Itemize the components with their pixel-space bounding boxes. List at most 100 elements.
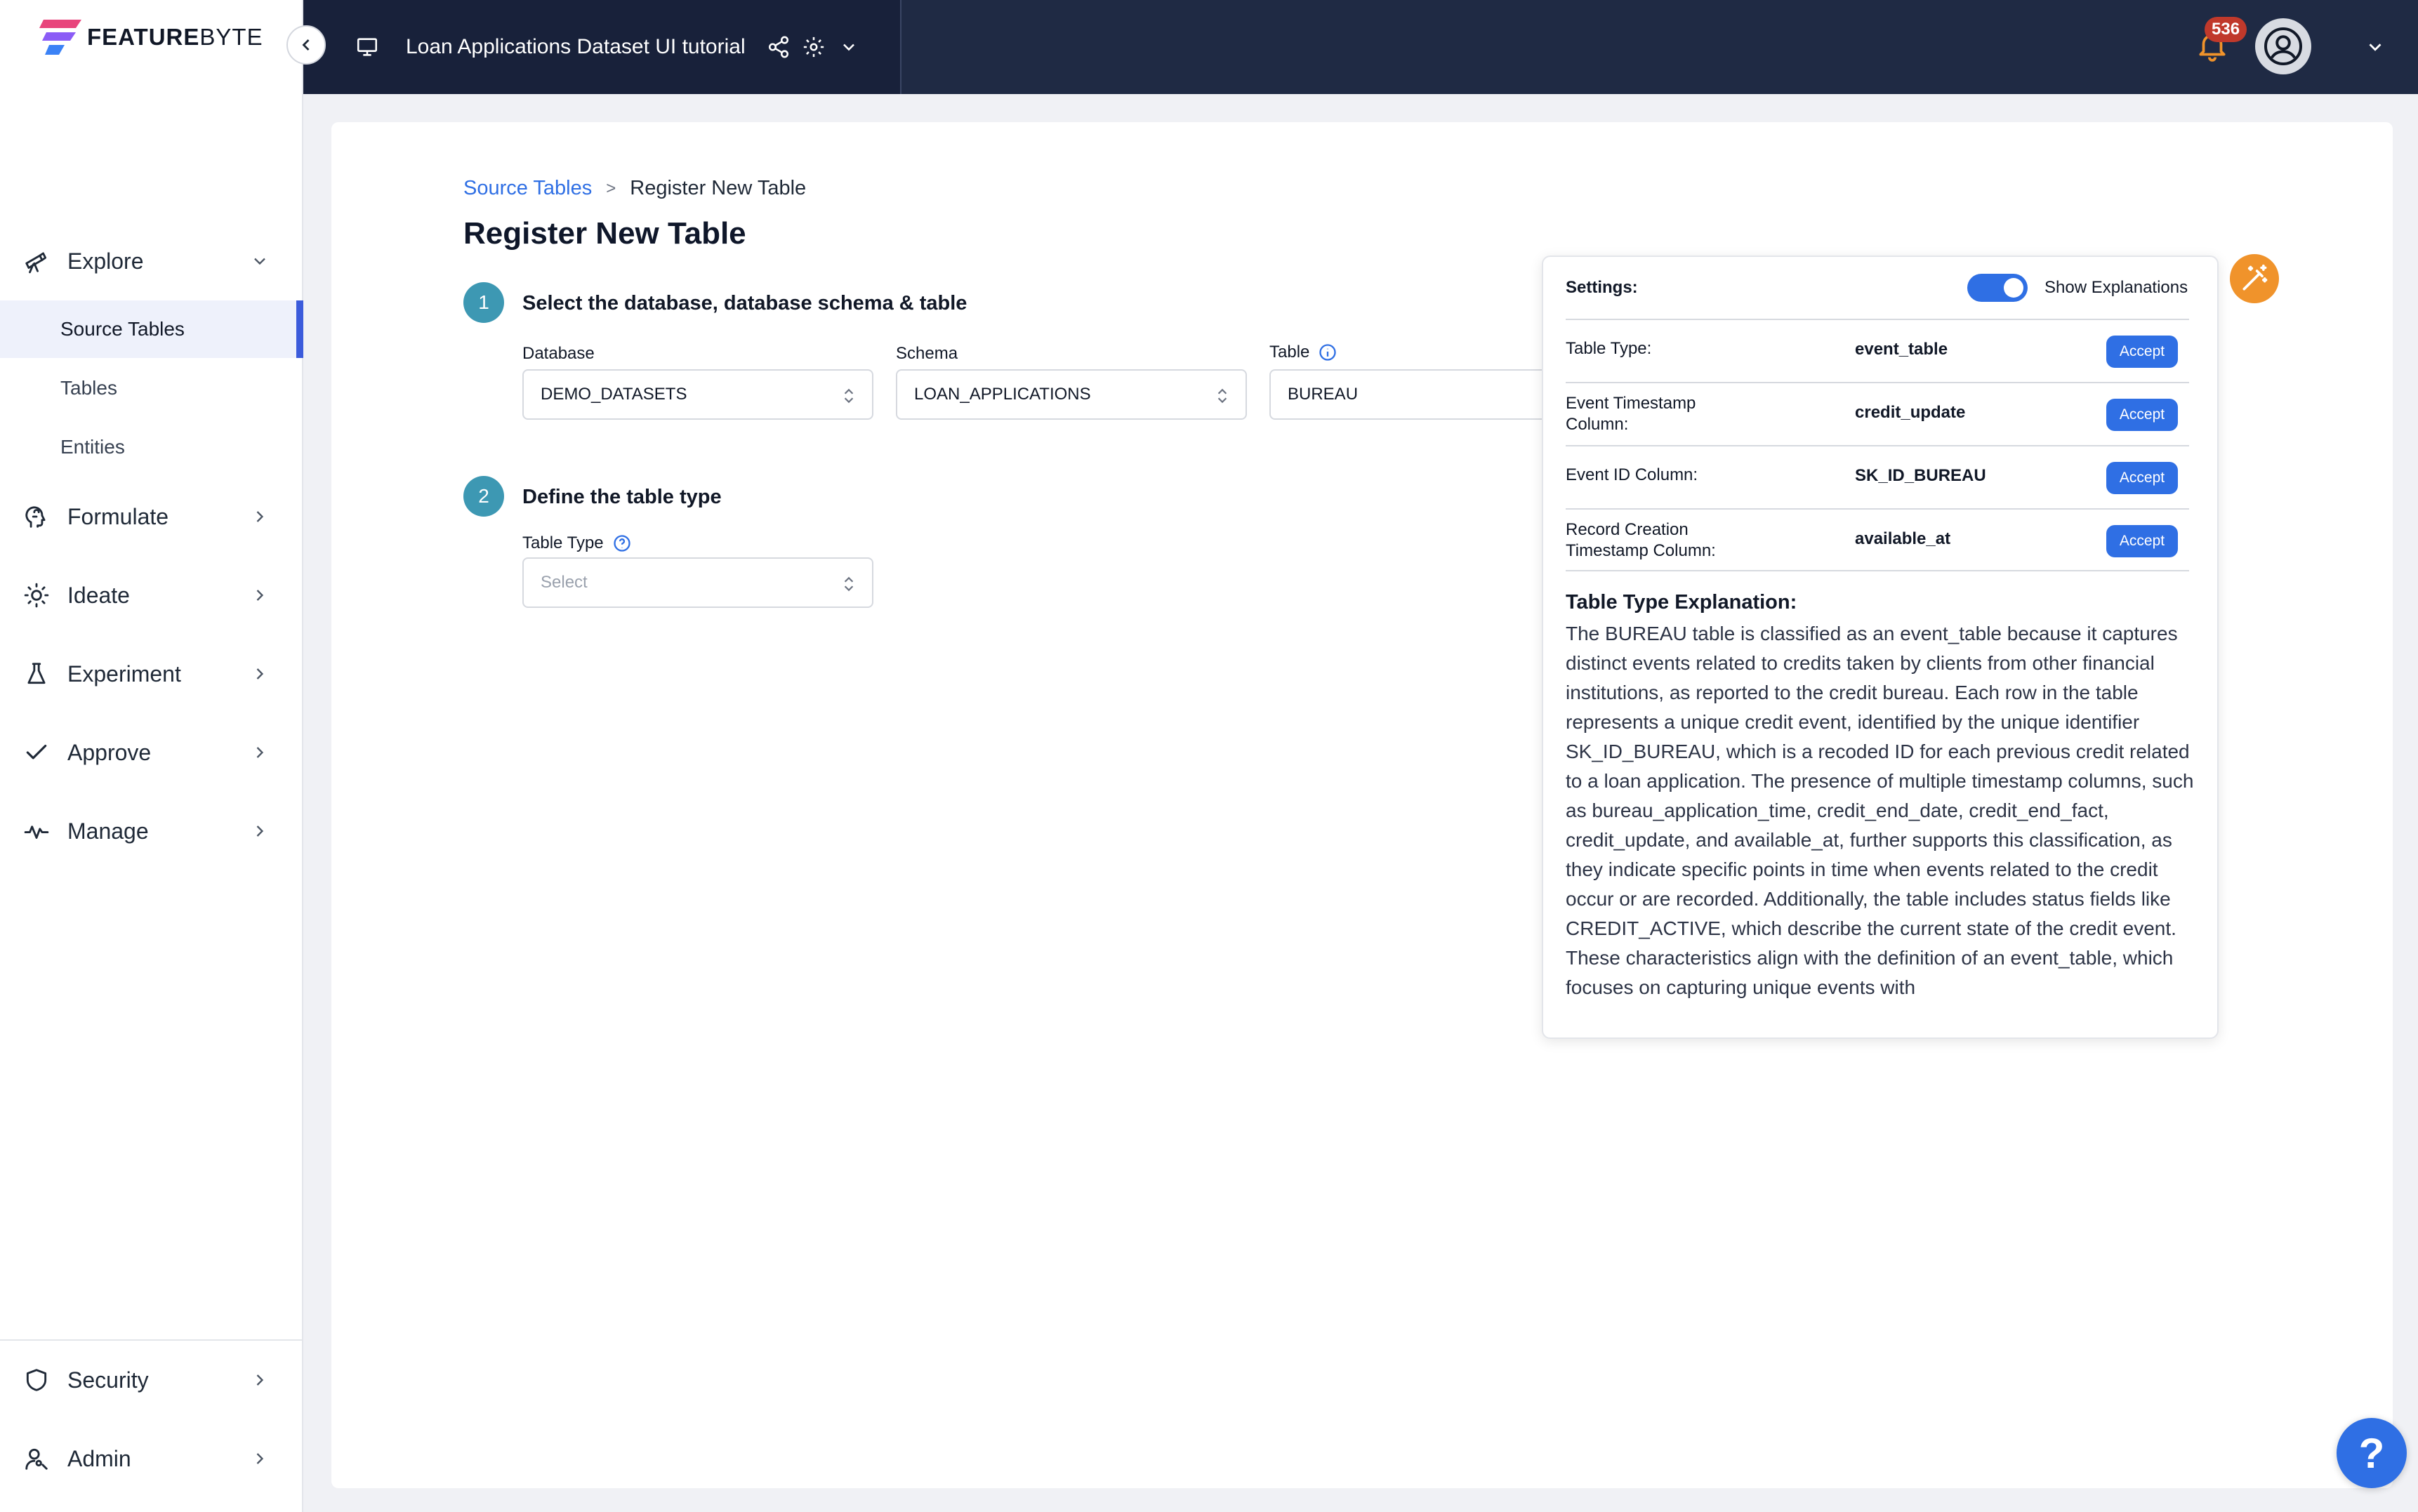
monitor-icon xyxy=(355,35,379,59)
suggestion-key: Event ID Column: xyxy=(1566,465,1698,484)
user-circle-icon xyxy=(2264,27,2302,65)
pulse-icon xyxy=(22,817,51,845)
chevron-right-icon xyxy=(256,825,264,837)
suggestion-value: SK_ID_BUREAU xyxy=(1855,466,1986,485)
nav-explore-label: Explore xyxy=(67,248,144,274)
brain-head-icon xyxy=(22,503,51,531)
nav-approve-label: Approve xyxy=(67,739,152,765)
table-type-select[interactable]: Select xyxy=(522,557,873,608)
project-title: Loan Applications Dataset UI tutorial xyxy=(406,35,746,58)
show-explanations-label: Show Explanations xyxy=(2044,278,2188,297)
sidebar-item-source-tables[interactable]: Source Tables xyxy=(0,300,303,358)
top-bar: Loan Applications Dataset UI tutorial 53… xyxy=(303,0,2418,94)
table-label-text: Table xyxy=(1269,343,1310,362)
sidebar-item-tables[interactable]: Tables xyxy=(0,359,303,417)
chevron-right-icon xyxy=(256,1453,264,1464)
sort-arrows-icon xyxy=(1217,388,1227,404)
show-explanations-toggle[interactable] xyxy=(1967,274,2028,302)
database-select[interactable]: DEMO_DATASETS xyxy=(522,369,873,420)
schema-label-text: Schema xyxy=(896,344,958,363)
breadcrumb-source-tables-link[interactable]: Source Tables xyxy=(463,177,592,200)
explanation-title: Table Type Explanation: xyxy=(1566,591,1797,614)
chevron-left-icon xyxy=(302,39,310,51)
chevron-down-icon[interactable] xyxy=(2365,37,2386,58)
database-select-value: DEMO_DATASETS xyxy=(541,385,687,404)
nav-approve[interactable]: Approve xyxy=(0,723,303,782)
table-select-value: BUREAU xyxy=(1288,385,1359,404)
chevron-down-icon xyxy=(254,258,265,265)
toggle-knob xyxy=(2004,278,2023,298)
nav-formulate-label: Formulate xyxy=(67,503,169,529)
nav-security[interactable]: Security xyxy=(0,1351,303,1410)
suggestion-row-event-id: Event ID Column: SK_ID_BUREAU Accept xyxy=(1566,445,2189,508)
gear-icon[interactable] xyxy=(802,35,826,59)
accept-event-id-button[interactable]: Accept xyxy=(2106,462,2178,494)
help-button[interactable]: ? xyxy=(2337,1418,2407,1488)
sidebar-item-entities[interactable]: Entities xyxy=(0,418,303,476)
collapse-sidebar-button[interactable] xyxy=(286,25,326,65)
sidebar: FEATURE BYTE Explore Source Tables Tables… xyxy=(0,0,303,1512)
telescope-icon xyxy=(22,247,51,275)
share-icon[interactable] xyxy=(767,35,791,59)
table-type-label: Table Type xyxy=(522,533,632,553)
nav-manage[interactable]: Manage xyxy=(0,802,303,861)
flask-icon xyxy=(22,660,51,688)
step-1-badge: 1 xyxy=(463,282,504,323)
project-selector[interactable]: Loan Applications Dataset UI tutorial xyxy=(303,0,901,94)
avatar[interactable] xyxy=(2255,18,2311,74)
table-type-select-placeholder: Select xyxy=(541,573,588,592)
nav-admin-label: Admin xyxy=(67,1445,131,1471)
chevron-right-icon xyxy=(256,668,264,679)
suggestion-value: credit_update xyxy=(1855,403,1966,422)
info-icon[interactable] xyxy=(1318,343,1337,362)
accept-record-creation-button[interactable]: Accept xyxy=(2106,525,2178,557)
suggestion-row-table-type: Table Type: event_table Accept xyxy=(1566,319,2189,382)
page-title: Register New Table xyxy=(463,216,746,251)
chevron-right-icon xyxy=(256,1374,264,1386)
chevron-down-icon[interactable] xyxy=(837,35,861,59)
schema-select[interactable]: LOAN_APPLICATIONS xyxy=(896,369,1247,420)
suggestion-value: event_table xyxy=(1855,340,1948,359)
explanation-text: The BUREAU table is classified as an eve… xyxy=(1566,623,2194,998)
logo-text-feature: FEATURE xyxy=(87,24,200,50)
step-2-badge: 2 xyxy=(463,476,504,517)
settings-label: Settings: xyxy=(1566,278,1638,297)
database-label: Database xyxy=(522,344,595,364)
nav-explore[interactable]: Explore xyxy=(0,232,303,291)
lightbulb-icon xyxy=(22,581,51,609)
magic-wand-icon xyxy=(2242,264,2268,291)
nav-formulate[interactable]: Formulate xyxy=(0,487,303,546)
schema-select-value: LOAN_APPLICATIONS xyxy=(914,385,1091,404)
suggestion-row-record-creation: Record Creation Timestamp Column: availa… xyxy=(1566,508,2189,571)
sidebar-divider xyxy=(0,1339,303,1341)
nav-ideate[interactable]: Ideate xyxy=(0,566,303,625)
nav-security-label: Security xyxy=(67,1367,149,1393)
database-label-text: Database xyxy=(522,344,595,363)
notification-badge: 536 xyxy=(2205,17,2247,42)
nav-experiment[interactable]: Experiment xyxy=(0,644,303,703)
logo-text-byte: BYTE xyxy=(199,24,263,50)
table-label: Table xyxy=(1269,343,1337,362)
accept-table-type-button[interactable]: Accept xyxy=(2106,336,2178,368)
accept-event-timestamp-button[interactable]: Accept xyxy=(2106,399,2178,431)
shield-icon xyxy=(22,1366,51,1394)
question-circle-icon[interactable] xyxy=(612,533,632,553)
step-1-title: Select the database, database schema & t… xyxy=(522,292,967,314)
sort-arrows-icon xyxy=(844,388,854,404)
chevron-right-icon xyxy=(256,590,264,601)
suggestion-row-event-timestamp: Event Timestamp Column: credit_update Ac… xyxy=(1566,382,2189,445)
nav-admin[interactable]: Admin xyxy=(0,1429,303,1488)
suggestion-value: available_at xyxy=(1855,529,1951,548)
suggestion-key: Record Creation Timestamp Column: xyxy=(1566,520,1716,560)
user-key-icon xyxy=(22,1445,51,1473)
breadcrumb: Source Tables > Register New Table xyxy=(463,177,806,200)
nav-manage-label: Manage xyxy=(67,818,149,844)
featurebyte-logo[interactable]: FEATURE BYTE xyxy=(39,18,263,56)
suggestion-key: Table Type: xyxy=(1566,339,1652,358)
chevron-right-icon xyxy=(256,747,264,758)
logo-mark-icon xyxy=(39,20,81,55)
ai-assist-button[interactable] xyxy=(2230,254,2279,303)
table-select[interactable]: BUREAU xyxy=(1269,369,1550,420)
table-type-label-text: Table Type xyxy=(522,533,604,552)
breadcrumb-current: Register New Table xyxy=(630,177,807,199)
